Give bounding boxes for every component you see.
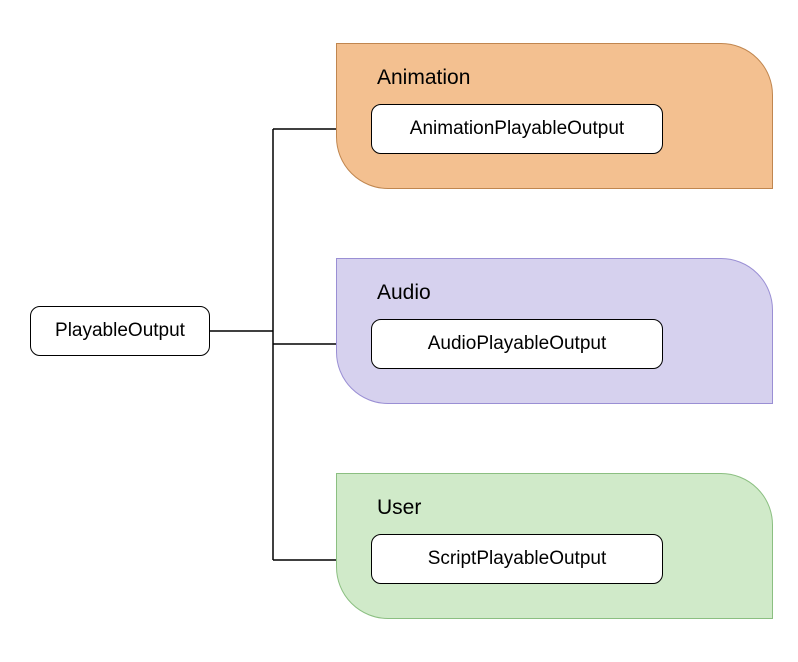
child-node-label: AnimationPlayableOutput xyxy=(410,118,624,140)
group-user: User ScriptPlayableOutput xyxy=(336,473,773,619)
group-title-animation: Animation xyxy=(377,66,744,90)
root-node-playable-output: PlayableOutput xyxy=(30,306,210,356)
diagram-canvas: PlayableOutput Animation AnimationPlayab… xyxy=(0,0,798,662)
group-title-audio: Audio xyxy=(377,281,744,305)
child-node-label: ScriptPlayableOutput xyxy=(428,548,607,570)
child-node-animation: AnimationPlayableOutput xyxy=(371,104,663,154)
group-title-user: User xyxy=(377,496,744,520)
child-node-user: ScriptPlayableOutput xyxy=(371,534,663,584)
group-animation: Animation AnimationPlayableOutput xyxy=(336,43,773,189)
root-node-label: PlayableOutput xyxy=(55,320,185,342)
child-node-audio: AudioPlayableOutput xyxy=(371,319,663,369)
group-audio: Audio AudioPlayableOutput xyxy=(336,258,773,404)
child-node-label: AudioPlayableOutput xyxy=(428,333,607,355)
